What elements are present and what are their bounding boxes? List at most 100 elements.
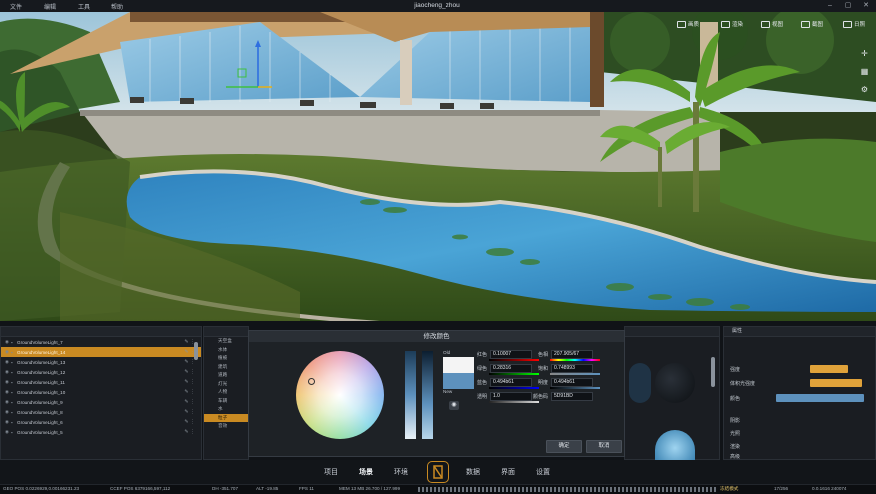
hue-input[interactable]: 207.905/67 <box>551 350 594 359</box>
red-field: 红色 0.10007 <box>477 350 539 361</box>
nav-interface[interactable]: 界面 <box>501 467 515 477</box>
layer-row[interactable]: ◉ ▪ GroundVolumeLight_10 ✎ ⋮ <box>1 387 201 397</box>
ok-button[interactable]: 确定 <box>546 440 582 453</box>
tree-row[interactable]: 人物 <box>204 388 248 397</box>
alpha-slider[interactable] <box>422 351 433 439</box>
alpha-field: 透明 1.0 <box>477 392 539 403</box>
dialog-title: 修改颜色 <box>249 331 624 342</box>
layers-icon[interactable]: ▦ <box>859 66 870 77</box>
layer-row[interactable]: ◉ ▪ GroundVolumeLight_8 ✎ ⋮ <box>1 407 201 417</box>
layer-row[interactable]: ◉ ▪ GroundVolumeLight_7 ✎ ⋮ <box>1 337 201 347</box>
material-scrollbar[interactable] <box>711 357 715 387</box>
tree-row[interactable]: 水体 <box>204 346 248 355</box>
edit-icon[interactable]: ✎ ⋮ <box>184 359 195 365</box>
alpha-input[interactable]: 1.0 <box>490 392 533 401</box>
nav-environment[interactable]: 环境 <box>394 467 408 477</box>
menu-edit[interactable]: 编辑 <box>44 2 56 11</box>
section-advanced[interactable]: 高级 <box>730 453 740 460</box>
sunlight-label: 日照 <box>854 22 866 28</box>
tree-row[interactable]: 天空盒 <box>204 337 248 346</box>
material-sphere-water[interactable] <box>655 430 695 460</box>
saturation-input[interactable]: 0.748993 <box>551 364 594 373</box>
old-color-swatch <box>443 357 474 373</box>
menu-tools[interactable]: 工具 <box>78 2 90 11</box>
edit-icon[interactable]: ✎ ⋮ <box>184 419 195 425</box>
tree-row[interactable]: 音效 <box>204 422 248 431</box>
layer-row[interactable]: ◉ ▪ GroundVolumeLight_6 ✎ ⋮ <box>1 417 201 427</box>
red-input[interactable]: 0.10007 <box>490 350 533 359</box>
tree-panel-header <box>204 327 248 337</box>
edit-icon[interactable]: ✎ ⋮ <box>184 429 195 435</box>
edit-icon[interactable]: ✎ ⋮ <box>184 409 195 415</box>
value-label: 明度 <box>538 380 549 386</box>
brightness-slider[interactable] <box>405 351 416 439</box>
timeline-track[interactable] <box>418 487 718 492</box>
edit-icon[interactable]: ✎ ⋮ <box>184 399 195 405</box>
layer-scrollbar[interactable] <box>194 342 198 360</box>
viewport-sunlight-button[interactable]: 日照 <box>843 20 865 28</box>
viewport-screenshot-button[interactable]: 截图 <box>801 20 823 28</box>
tree-row[interactable]: 建筑 <box>204 363 248 372</box>
frame-count: 17/256 <box>774 486 789 491</box>
layer-label: GroundVolumeLight_8 <box>17 409 63 415</box>
layer-label: GroundVolumeLight_7 <box>17 339 63 345</box>
section-shadow[interactable]: 阴影 <box>730 417 740 424</box>
layer-label: GroundVolumeLight_14 <box>17 349 66 355</box>
eyedropper-icon[interactable]: ◉ <box>449 401 459 410</box>
layer-row[interactable]: ◉ ▪ GroundVolumeLight_12 ✎ ⋮ <box>1 367 201 377</box>
app-logo-icon[interactable] <box>427 461 449 483</box>
tree-row[interactable]: 车辆 <box>204 397 248 406</box>
section-render[interactable]: 渲染 <box>730 443 740 450</box>
tree-row[interactable]: 粒子 <box>204 413 248 422</box>
layer-label: GroundVolumeLight_9 <box>17 399 63 405</box>
menu-help[interactable]: 帮助 <box>111 2 123 11</box>
mem-readout: MEM 13 MB 26.700 / 127.999 <box>339 486 401 491</box>
menu-file[interactable]: 文件 <box>10 2 22 11</box>
close-icon[interactable]: ✕ <box>860 1 872 11</box>
color-swatch[interactable] <box>776 394 864 402</box>
quality-icon <box>677 20 686 28</box>
scene-viewport[interactable]: 画质 渲染 视图 截图 日照 ✛ ▦ ⚙ <box>0 12 876 321</box>
quality-label: 画质 <box>688 22 700 28</box>
layer-row[interactable]: ◉ ▪ GroundVolumeLight_5 ✎ ⋮ <box>1 427 201 437</box>
maximize-icon[interactable]: ▢ <box>842 1 854 11</box>
volume-intensity-slider[interactable] <box>810 379 862 387</box>
tree-row[interactable]: 道路 <box>204 371 248 380</box>
tree-row[interactable]: 水 <box>204 405 248 414</box>
minimize-icon[interactable]: – <box>824 1 836 11</box>
layer-row[interactable]: ◉ ▪ GroundVolumeLight_14 ✎ ⋮ <box>1 347 201 357</box>
viewport-view-button[interactable]: 视图 <box>761 20 783 28</box>
move-icon[interactable]: ✛ <box>859 48 870 59</box>
edit-icon[interactable]: ✎ ⋮ <box>184 389 195 395</box>
color-wheel[interactable] <box>296 351 384 439</box>
hex-input[interactable]: 5D91BD <box>551 392 594 401</box>
tree-row[interactable]: 灯光 <box>204 380 248 389</box>
layer-row[interactable]: ◉ ▪ GroundVolumeLight_11 ✎ ⋮ <box>1 377 201 387</box>
freeze-mode[interactable]: 冻结模式 <box>720 486 738 492</box>
material-sphere-dark[interactable] <box>655 363 695 403</box>
property-panel: 属性 强度 体积光强度 颜色 阴影 光照 渲染 高级 <box>723 326 876 460</box>
wheel-picker-handle[interactable] <box>308 378 315 385</box>
intensity-slider[interactable] <box>810 365 848 373</box>
section-lighting[interactable]: 光照 <box>730 430 740 437</box>
settings-icon[interactable]: ⚙ <box>859 84 870 95</box>
saturation-field: 饱和 0.748993 <box>538 364 600 375</box>
layer-row[interactable]: ◉ ▪ GroundVolumeLight_13 ✎ ⋮ <box>1 357 201 367</box>
nav-scene[interactable]: 场景 <box>359 467 373 477</box>
nav-settings[interactable]: 设置 <box>536 467 550 477</box>
material-thumb[interactable] <box>629 363 651 403</box>
cancel-button[interactable]: 取消 <box>586 440 622 453</box>
view-label: 视图 <box>772 22 784 28</box>
viewport-render-button[interactable]: 渲染 <box>721 20 743 28</box>
blue-input[interactable]: 0.494b61 <box>490 378 533 387</box>
nav-project[interactable]: 项目 <box>324 467 338 477</box>
value-input[interactable]: 0.494b61 <box>551 378 594 387</box>
green-input[interactable]: 0.28316 <box>490 364 533 373</box>
viewport-quality-button[interactable]: 画质 <box>677 20 699 28</box>
edit-icon[interactable]: ✎ ⋮ <box>184 379 195 385</box>
layer-row[interactable]: ◉ ▪ GroundVolumeLight_9 ✎ ⋮ <box>1 397 201 407</box>
layer-panel-header <box>1 327 201 337</box>
edit-icon[interactable]: ✎ ⋮ <box>184 369 195 375</box>
tree-row[interactable]: 植被 <box>204 354 248 363</box>
nav-data[interactable]: 数据 <box>466 467 480 477</box>
